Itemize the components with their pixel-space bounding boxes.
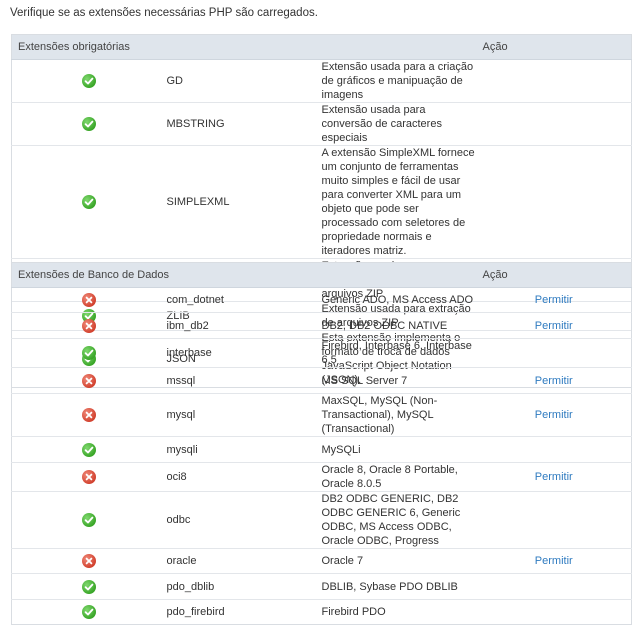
check-circle-icon (82, 605, 97, 620)
x-circle-icon (82, 470, 97, 485)
table-header-action: Ação (476, 34, 632, 60)
table-header-action: Ação (476, 262, 632, 288)
extension-name: mysqli (166, 436, 322, 463)
action-cell (476, 145, 632, 259)
status-cell (11, 599, 167, 625)
permitir-link[interactable]: Permitir (535, 294, 573, 306)
status-cell (11, 102, 167, 146)
table-row: SIMPLEXML A extensão SimpleXML fornece um… (11, 145, 632, 259)
action-cell: Permitir (476, 312, 632, 339)
extension-name: oci8 (166, 462, 322, 492)
status-cell (11, 367, 167, 394)
extension-description: DB2, DB2 ODBC NATIVE (321, 312, 477, 339)
extension-description: MySQLi (321, 436, 477, 463)
table-row: pdo_dblib DBLIB, Sybase PDO DBLIB (11, 573, 632, 600)
check-circle-icon (82, 579, 97, 594)
x-circle-icon (82, 318, 97, 333)
permitir-link[interactable]: Permitir (535, 409, 573, 421)
status-cell (11, 393, 167, 437)
table-header: Extensões obrigatórias Ação (11, 34, 632, 60)
extension-description: DBLIB, Sybase PDO DBLIB (321, 573, 477, 600)
extension-description: Generic ADO, MS Access ADO (321, 294, 474, 306)
extension-description: Firebird PDO (321, 599, 477, 625)
status-cell (12, 288, 167, 313)
page-intro: Verifique se as extensões necessárias PH… (10, 7, 318, 19)
extension-name: MBSTRING (166, 102, 322, 146)
extension-description: Extensão usada para conversão de caracte… (321, 102, 477, 146)
x-circle-icon (82, 408, 97, 423)
table-row: oci8 Oracle 8, Oracle 8 Portable, Oracle … (11, 462, 632, 492)
extension-description: MS SQL Server 7 (321, 367, 477, 394)
check-circle-icon (82, 74, 97, 89)
check-circle-icon (82, 346, 97, 361)
extension-name: interbase (166, 338, 322, 368)
extension-description: A extensão SimpleXML fornece um conjunto… (321, 145, 477, 259)
action-cell (476, 491, 632, 549)
status-cell (11, 338, 167, 368)
extension-description: DB2 ODBC GENERIC, DB2 ODBC GENERIC 6, Ge… (321, 491, 477, 549)
table-header-title: Extensões de Banco de Dados (11, 262, 477, 288)
status-cell (11, 462, 167, 492)
action-cell: Permitir (477, 288, 632, 313)
extension-name: com_dotnet (166, 294, 224, 306)
table-row: oracle Oracle 7 Permitir (11, 548, 632, 574)
extension-name: pdo_firebird (166, 599, 322, 625)
extension-name: SIMPLEXML (166, 145, 322, 259)
x-circle-icon (82, 373, 97, 388)
status-cell (11, 573, 167, 600)
status-cell (11, 145, 167, 259)
extension-description: Oracle 7 (321, 548, 477, 574)
extension-name: mysql (166, 393, 322, 437)
database-extensions-table: Extensões de Banco de Dados Ação com_dot… (11, 262, 632, 625)
extension-name: ibm_db2 (166, 312, 322, 339)
x-circle-icon (82, 293, 97, 308)
permitir-link[interactable]: Permitir (535, 471, 573, 483)
x-circle-icon (82, 554, 97, 569)
extension-description: Oracle 8, Oracle 8 Portable, Oracle 8.0.… (321, 462, 477, 492)
table-row: GD Extensão usada para a criação de gráfi… (12, 60, 632, 103)
table-row: mysqli MySQLi (11, 436, 632, 463)
check-circle-icon (82, 513, 97, 528)
action-cell: Permitir (476, 367, 632, 394)
extension-name: GD (166, 75, 184, 87)
extension-name: pdo_dblib (166, 573, 322, 600)
table-row: interbase Firebird, Interbase 6, Interbas… (11, 338, 632, 368)
check-circle-icon (82, 195, 97, 210)
status-cell (12, 60, 167, 103)
table-row: MBSTRING Extensão usada para conversão de… (11, 102, 632, 146)
extension-description: Firebird, Interbase 6, Interbase 6.5 (321, 338, 477, 368)
action-cell: Permitir (476, 462, 632, 492)
permitir-link[interactable]: Permitir (535, 375, 573, 387)
table-header-title: Extensões obrigatórias (11, 34, 477, 60)
action-cell (476, 102, 632, 146)
extension-name: mssql (166, 367, 322, 394)
action-cell: Permitir (476, 393, 632, 437)
table-row: mysql MaxSQL, MySQL (Non-Transactional), … (11, 393, 632, 437)
check-circle-icon (82, 442, 97, 457)
status-cell (11, 491, 167, 549)
action-cell (477, 60, 632, 103)
status-cell (11, 548, 167, 574)
table-row: com_dotnet Generic ADO, MS Access ADO Perm… (12, 288, 632, 313)
extension-description: Extensão usada para a criação de gráfico… (321, 61, 474, 101)
permitir-link[interactable]: Permitir (535, 320, 573, 332)
table-row: pdo_firebird Firebird PDO (11, 599, 632, 625)
action-cell (476, 573, 632, 600)
status-cell (11, 436, 167, 463)
table-row: ibm_db2 DB2, DB2 ODBC NATIVE Permitir (11, 312, 632, 339)
status-cell (11, 312, 167, 339)
action-cell (476, 436, 632, 463)
action-cell (476, 599, 632, 625)
check-circle-icon (82, 117, 97, 132)
action-cell: Permitir (476, 548, 632, 574)
action-cell (476, 338, 632, 368)
table-header: Extensões de Banco de Dados Ação (11, 262, 632, 288)
table-row: mssql MS SQL Server 7 Permitir (11, 367, 632, 394)
extension-description: MaxSQL, MySQL (Non-Transactional), MySQL… (321, 393, 477, 437)
permitir-link[interactable]: Permitir (535, 555, 573, 567)
table-row: odbc DB2 ODBC GENERIC, DB2 ODBC GENERIC 6… (11, 491, 632, 549)
extension-name: odbc (166, 491, 322, 549)
extension-name: oracle (166, 548, 322, 574)
